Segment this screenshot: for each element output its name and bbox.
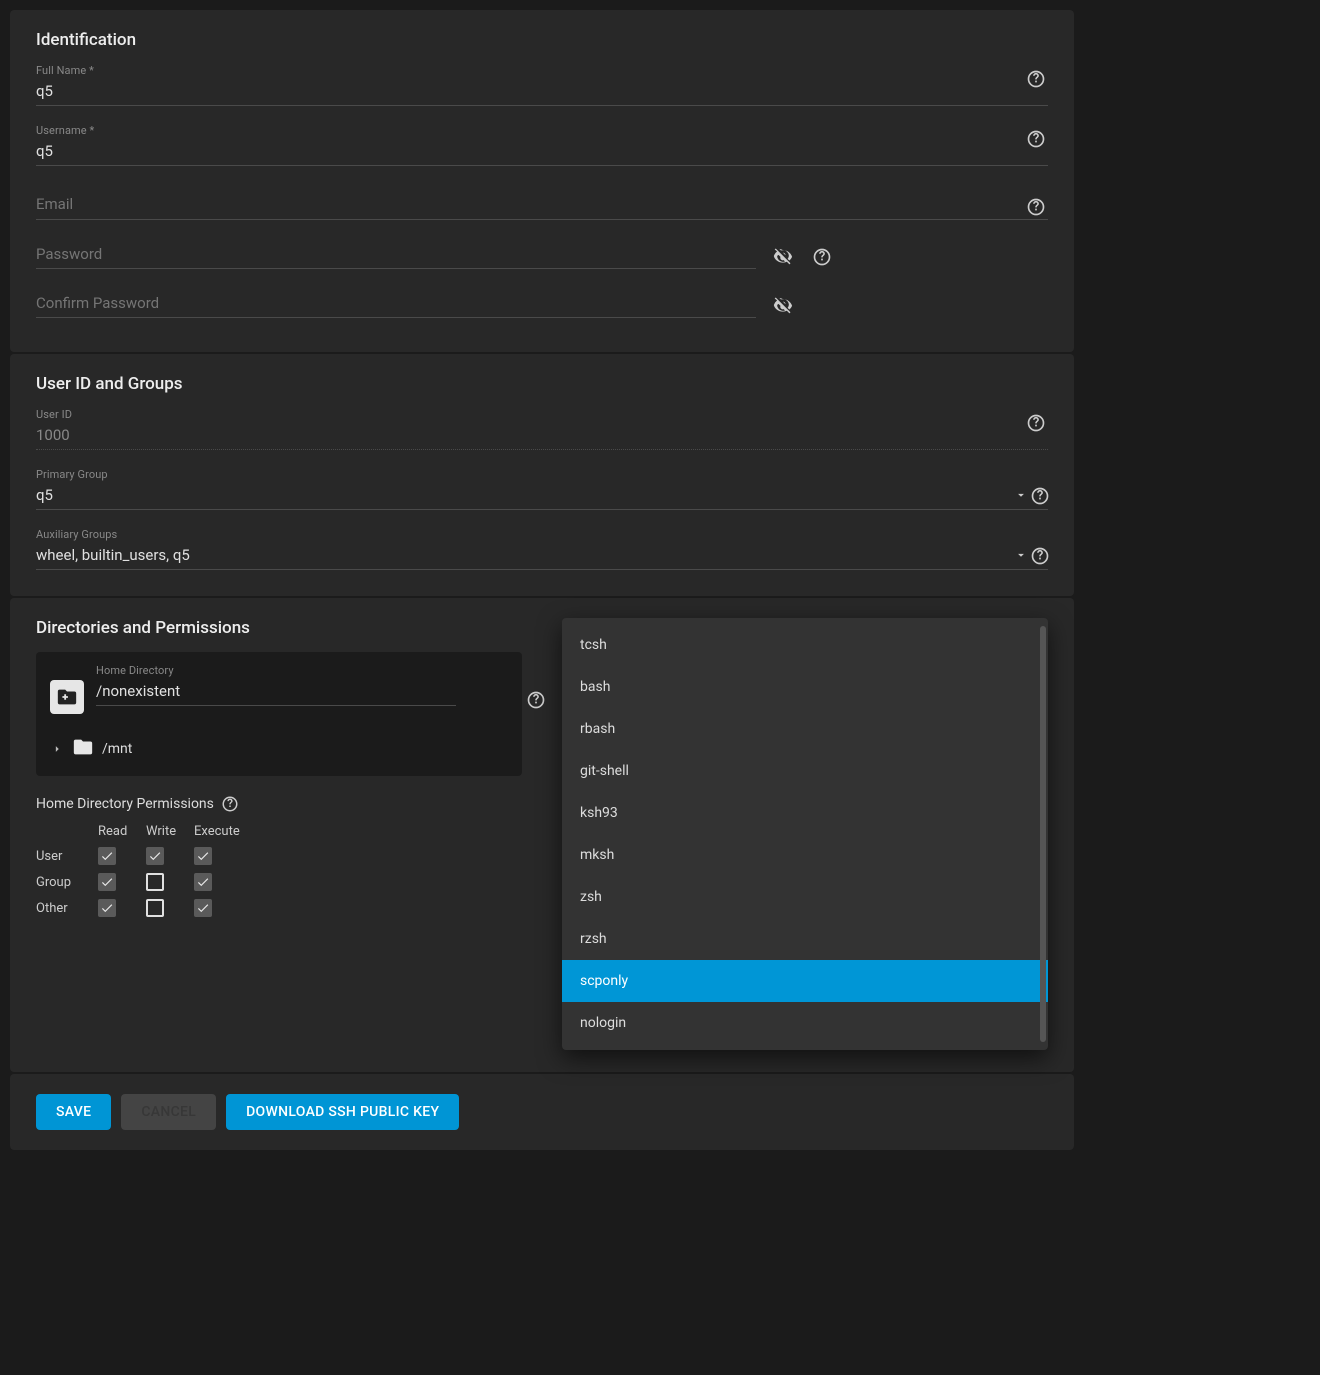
perm-row-group: Group xyxy=(36,875,98,890)
chk-other-write[interactable] xyxy=(146,899,164,917)
scrollbar[interactable] xyxy=(1040,626,1046,1042)
user-form: Identification Full Name * Username * xyxy=(10,10,1074,1150)
eye-off-icon[interactable] xyxy=(770,292,796,318)
help-icon[interactable] xyxy=(1028,544,1052,568)
chk-group-write[interactable] xyxy=(146,873,164,891)
shell-option-zsh[interactable]: zsh xyxy=(562,876,1048,918)
eye-off-icon[interactable] xyxy=(770,243,796,269)
password-field xyxy=(36,242,1048,269)
help-icon[interactable] xyxy=(524,688,548,712)
help-icon[interactable] xyxy=(220,794,240,814)
shell-option-ksh93[interactable]: ksh93 xyxy=(562,792,1048,834)
identification-card: Identification Full Name * Username * xyxy=(10,10,1074,352)
help-icon[interactable] xyxy=(1024,67,1048,91)
chk-other-exec[interactable] xyxy=(194,899,212,917)
dirs-perms-card: Directories and Permissions Home Directo… xyxy=(10,598,1074,1072)
fullname-field: Full Name * xyxy=(36,64,1048,106)
shell-option-nologin[interactable]: nologin xyxy=(562,1002,1048,1044)
help-icon[interactable] xyxy=(1028,484,1052,508)
username-label: Username * xyxy=(36,124,1048,137)
shell-option-rzsh[interactable]: rzsh xyxy=(562,918,1048,960)
perm-col-write: Write xyxy=(146,824,194,839)
username-field: Username * xyxy=(36,124,1048,166)
chevron-right-icon xyxy=(50,742,64,756)
confirm-password-field xyxy=(36,291,1048,318)
userid-input xyxy=(36,423,1048,450)
perm-header: Home Directory Permissions xyxy=(36,794,522,814)
perm-row-other: Other xyxy=(36,901,98,916)
chk-user-exec[interactable] xyxy=(194,847,212,865)
fullname-input[interactable] xyxy=(36,79,1048,106)
tree-item-label: /mnt xyxy=(102,741,132,757)
perm-row-user: User xyxy=(36,849,98,864)
uid-groups-title: User ID and Groups xyxy=(36,374,1048,394)
primary-group-select[interactable]: q5 xyxy=(36,483,1048,510)
dirs-title: Directories and Permissions xyxy=(36,618,522,638)
password-input[interactable] xyxy=(36,242,756,269)
userid-label: User ID xyxy=(36,408,1048,421)
username-input[interactable] xyxy=(36,139,1048,166)
identification-title: Identification xyxy=(36,30,1048,50)
shell-option-git-shell[interactable]: git-shell xyxy=(562,750,1048,792)
chk-other-read[interactable] xyxy=(98,899,116,917)
download-ssh-button[interactable]: DOWNLOAD SSH PUBLIC KEY xyxy=(226,1094,459,1130)
fullname-label: Full Name * xyxy=(36,64,1048,77)
perm-title: Home Directory Permissions xyxy=(36,796,214,812)
aux-groups-label: Auxiliary Groups xyxy=(36,528,1048,541)
help-icon[interactable] xyxy=(1024,127,1048,151)
email-field xyxy=(36,192,1048,220)
tree-item-mnt[interactable]: /mnt xyxy=(50,732,508,766)
shell-option-tcsh[interactable]: tcsh xyxy=(562,624,1048,666)
shell-option-bash[interactable]: bash xyxy=(562,666,1048,708)
chk-group-read[interactable] xyxy=(98,873,116,891)
perm-col-read: Read xyxy=(98,824,146,839)
uid-groups-card: User ID and Groups User ID Primary Group… xyxy=(10,354,1074,596)
help-icon[interactable] xyxy=(1024,195,1048,219)
aux-groups-field[interactable]: Auxiliary Groups wheel, builtin_users, q… xyxy=(36,528,1048,570)
home-dir-label: Home Directory xyxy=(96,664,508,677)
folder-icon xyxy=(72,736,94,762)
shell-column: tcshbashrbashgit-shellksh93mkshzshrzshsc… xyxy=(562,618,1048,1050)
userid-field: User ID xyxy=(36,408,1048,450)
shell-option-rbash[interactable]: rbash xyxy=(562,708,1048,750)
help-icon[interactable] xyxy=(1024,411,1048,435)
footer-actions: SAVE CANCEL DOWNLOAD SSH PUBLIC KEY xyxy=(10,1074,1074,1150)
email-input[interactable] xyxy=(36,192,1048,220)
shell-option-scponly[interactable]: scponly xyxy=(562,960,1048,1002)
cancel-button[interactable]: CANCEL xyxy=(121,1094,216,1130)
perm-table: Read Write Execute User Group Other xyxy=(36,824,522,917)
shell-option-mksh[interactable]: mksh xyxy=(562,834,1048,876)
primary-group-field[interactable]: Primary Group q5 xyxy=(36,468,1048,510)
chk-group-exec[interactable] xyxy=(194,873,212,891)
help-icon[interactable] xyxy=(810,245,834,269)
home-dir-input[interactable] xyxy=(96,679,456,706)
save-button[interactable]: SAVE xyxy=(36,1094,111,1130)
chk-user-read[interactable] xyxy=(98,847,116,865)
primary-group-label: Primary Group xyxy=(36,468,1048,481)
confirm-password-input[interactable] xyxy=(36,291,756,318)
aux-groups-select[interactable]: wheel, builtin_users, q5 xyxy=(36,543,1048,570)
perm-col-exec: Execute xyxy=(194,824,256,839)
add-folder-icon[interactable] xyxy=(50,680,84,714)
shell-dropdown[interactable]: tcshbashrbashgit-shellksh93mkshzshrzshsc… xyxy=(562,618,1048,1050)
chk-user-write[interactable] xyxy=(146,847,164,865)
dirs-column: Directories and Permissions Home Directo… xyxy=(36,618,522,1050)
home-dir-box: Home Directory /mnt xyxy=(36,652,522,776)
